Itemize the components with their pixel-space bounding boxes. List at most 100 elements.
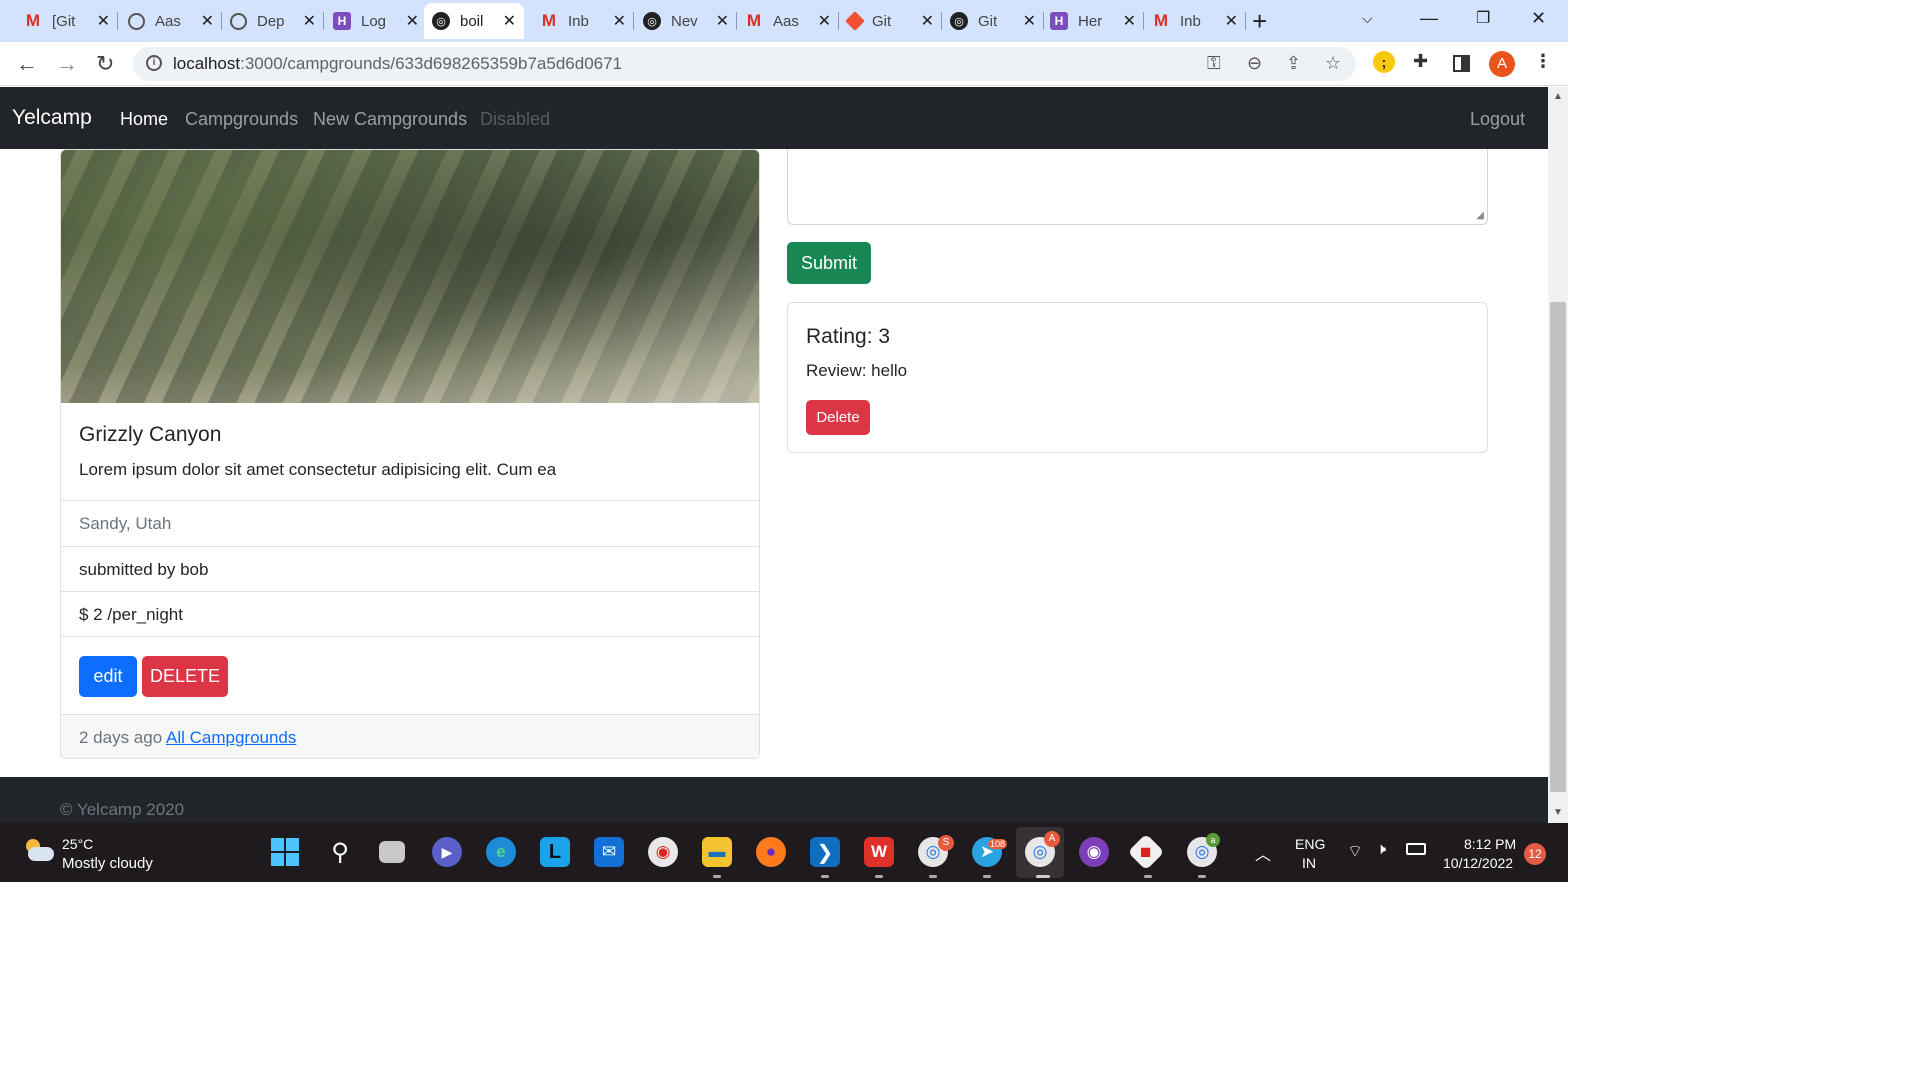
edit-button[interactable]: edit — [79, 656, 137, 697]
close-tab-icon[interactable]: ✕ — [1023, 11, 1036, 31]
close-tab-icon[interactable]: ✕ — [716, 11, 729, 31]
browser-tab[interactable]: H Log ✕ — [325, 3, 427, 39]
wps-office-icon[interactable]: W — [864, 837, 894, 867]
close-tab-icon[interactable]: ✕ — [613, 11, 626, 31]
side-panel-icon[interactable] — [1453, 55, 1470, 72]
norton-extension-icon[interactable]: ; — [1373, 51, 1395, 73]
delete-review-button[interactable]: Delete — [806, 400, 870, 435]
chrome-badge: a — [1206, 833, 1220, 847]
scrollbar-thumb[interactable] — [1550, 302, 1566, 792]
review-card: Rating: 3 Review: hello Delete — [787, 302, 1488, 453]
start-icon[interactable] — [271, 838, 299, 866]
security-app-icon[interactable]: ◉ — [648, 837, 678, 867]
bookmark-star-icon[interactable]: ☆ — [1325, 53, 1341, 74]
browser-tab[interactable]: M [Git ✕ — [16, 3, 118, 39]
github-icon — [230, 12, 247, 30]
campground-title: Grizzly Canyon — [79, 423, 222, 446]
nav-campgrounds[interactable]: Campgrounds — [185, 109, 298, 130]
browser-tab[interactable]: H Her ✕ — [1042, 3, 1144, 39]
browser-tab[interactable]: M Inb ✕ — [1144, 3, 1246, 39]
browser-menu-icon[interactable]: ⋮ — [1534, 51, 1552, 72]
clock-date[interactable]: 10/12/2022 — [1443, 855, 1513, 871]
close-tab-icon[interactable]: ✕ — [818, 11, 831, 31]
battery-icon[interactable] — [1406, 843, 1426, 855]
nav-new-campground[interactable]: New Campgrounds — [313, 109, 467, 130]
url-text[interactable]: localhost:3000/campgrounds/633d698265359… — [173, 54, 622, 74]
close-tab-icon[interactable]: ✕ — [97, 11, 110, 31]
clock-time[interactable]: 8:12 PM — [1464, 836, 1516, 852]
restore-icon[interactable]: ❐ — [1476, 8, 1490, 28]
wifi-icon[interactable]: ⌔ — [1347, 841, 1363, 862]
campground-description: Lorem ipsum dolor sit amet consectetur a… — [79, 460, 557, 479]
browser-tab[interactable]: Git ✕ — [840, 3, 942, 39]
zoom-icon[interactable]: ⊖ — [1247, 53, 1262, 74]
edge-icon[interactable]: e — [486, 837, 516, 867]
file-explorer-icon[interactable]: ▬ — [702, 837, 732, 867]
submit-review-button[interactable]: Submit — [787, 242, 871, 284]
git-gui-icon[interactable]: ◆ — [1127, 833, 1165, 871]
teams-chat-icon[interactable]: ▶ — [432, 837, 462, 867]
password-key-icon[interactable]: ⚿ — [1207, 53, 1221, 74]
campground-card: Grizzly Canyon Lorem ipsum dolor sit ame… — [60, 149, 760, 759]
volume-muted-icon[interactable]: 🕨 — [1376, 841, 1386, 859]
task-view-icon[interactable] — [379, 841, 405, 863]
browser-tab[interactable]: Aas ✕ — [120, 3, 222, 39]
resize-grip-icon[interactable]: ◢ — [1476, 210, 1484, 221]
forward-icon[interactable]: → — [56, 51, 78, 77]
mail-icon[interactable]: ✉ — [594, 837, 624, 867]
close-tab-icon[interactable]: ✕ — [1123, 11, 1136, 31]
minimize-icon[interactable]: — — [1420, 8, 1438, 29]
firefox-icon[interactable]: ● — [756, 837, 786, 867]
footer-copyright: © Yelcamp 2020 — [60, 800, 185, 819]
browser-tab[interactable]: ◎ Git ✕ — [942, 3, 1044, 39]
close-tab-icon[interactable]: ✕ — [201, 11, 214, 31]
browser-tab[interactable]: Dep ✕ — [222, 3, 324, 39]
back-icon[interactable]: ← — [16, 51, 38, 77]
navbar-brand[interactable]: Yelcamp — [12, 106, 92, 130]
close-tab-icon[interactable]: ✕ — [406, 11, 419, 31]
delete-campground-button[interactable]: DELETE — [142, 656, 228, 697]
posted-time: 2 days ago — [79, 728, 163, 747]
page-scrollbar[interactable]: ▲ ▼ — [1548, 87, 1568, 823]
close-tab-icon[interactable]: ✕ — [303, 11, 316, 31]
git-icon — [845, 11, 865, 31]
review-rating: Rating: 3 — [806, 325, 891, 348]
language-indicator[interactable]: ENG — [1295, 836, 1325, 852]
lenovo-app-icon[interactable]: L — [540, 837, 570, 867]
site-info-icon[interactable]: i — [146, 55, 162, 71]
vscode-icon[interactable]: ❯ — [810, 837, 840, 867]
close-tab-icon[interactable]: ✕ — [921, 11, 934, 31]
notification-badge[interactable]: 12 — [1524, 843, 1546, 865]
chevron-up-icon[interactable]: ︿ — [1255, 841, 1271, 865]
extensions-icon[interactable]: ✚ — [1413, 51, 1428, 72]
close-window-icon[interactable]: ✕ — [1531, 8, 1546, 29]
weather-condition[interactable]: Mostly cloudy — [62, 855, 153, 872]
reload-icon[interactable]: ↻ — [96, 51, 114, 77]
browser-tab[interactable]: M Aas ✕ — [737, 3, 839, 39]
weather-temperature[interactable]: 25°C — [62, 836, 93, 852]
browser-tab-active[interactable]: ◎ boil ✕ — [424, 3, 524, 39]
close-tab-icon[interactable]: ✕ — [503, 11, 516, 31]
tab-search-icon[interactable]: ⌵ — [1362, 10, 1373, 27]
browser-tab[interactable]: M Inb ✕ — [532, 3, 634, 39]
share-icon[interactable]: ⇪ — [1286, 53, 1301, 74]
region-indicator[interactable]: IN — [1302, 855, 1316, 871]
scroll-up-icon[interactable]: ▲ — [1553, 91, 1563, 102]
campground-location: Sandy, Utah — [61, 500, 759, 546]
browser-tab[interactable]: ◎ Nev ✕ — [635, 3, 737, 39]
all-campgrounds-link[interactable]: All Campgrounds — [166, 728, 296, 747]
new-tab-icon[interactable]: + — [1252, 6, 1267, 37]
nav-disabled: Disabled — [480, 109, 551, 129]
close-tab-icon[interactable]: ✕ — [1225, 11, 1238, 31]
chrome-badge: A — [1044, 831, 1060, 847]
nav-logout[interactable]: Logout — [1470, 109, 1525, 130]
nav-home[interactable]: Home — [120, 109, 168, 130]
scroll-down-icon[interactable]: ▼ — [1553, 807, 1563, 818]
search-icon[interactable]: ⚲ — [325, 837, 355, 867]
review-body-textarea[interactable]: ◢ — [787, 137, 1488, 225]
site-navbar: Yelcamp Home Campgrounds New Campgrounds… — [0, 87, 1548, 149]
address-bar[interactable]: i localhost:3000/campgrounds/633d6982653… — [133, 47, 1356, 81]
weather-icon[interactable] — [24, 839, 54, 861]
profile-avatar[interactable]: A — [1489, 51, 1515, 77]
github-desktop-icon[interactable]: ◉ — [1079, 837, 1109, 867]
